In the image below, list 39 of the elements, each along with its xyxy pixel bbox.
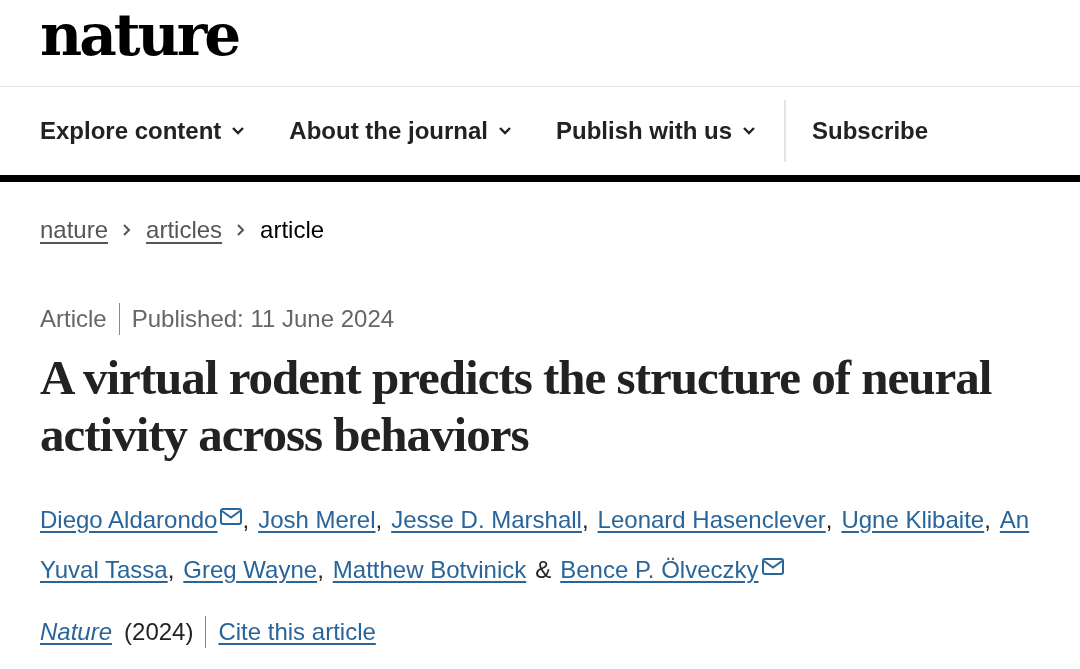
breadcrumb-link[interactable]: nature [40, 216, 109, 244]
cite-link[interactable]: Cite this article [218, 618, 376, 646]
breadcrumb-current: article [260, 216, 325, 244]
author-link[interactable]: Jesse D. Marshall [391, 506, 582, 534]
author-link[interactable]: An [999, 506, 1030, 534]
separator: & [535, 556, 552, 584]
article-title: A virtual rodent predicts the structure of neural activity across behaviors [39, 349, 993, 463]
article-type: Article [40, 305, 107, 333]
nav-link[interactable]: Subscribe [812, 117, 929, 145]
nav-menu-button[interactable]: Publish with us [556, 117, 757, 145]
journal-link[interactable]: Nature [40, 618, 113, 646]
separator: , [825, 506, 833, 534]
author-link[interactable]: Leonard Hasenclever [597, 506, 826, 534]
separator: , [984, 506, 991, 534]
publication-year: (2024) [124, 618, 194, 646]
chevron-down-icon [498, 126, 512, 136]
envelope-icon[interactable] [761, 557, 784, 575]
nav-menu-button[interactable]: About the journal [289, 117, 512, 145]
separator: , [375, 506, 383, 534]
author-link[interactable]: Yuval Tassa [40, 556, 168, 584]
author-link[interactable]: Ugne Klibaite [841, 506, 985, 534]
envelope-icon[interactable] [220, 507, 243, 525]
publish-date: Published: 11 June 2024 [131, 305, 395, 333]
separator: , [242, 506, 250, 534]
chevron-right-icon [236, 223, 247, 237]
chevron-right-icon [122, 223, 133, 237]
author-link[interactable]: Greg Wayne [183, 556, 318, 584]
chevron-down-icon [231, 126, 246, 136]
author-link[interactable]: Diego Aldarondo [40, 506, 243, 534]
author-link[interactable]: Josh Merel [258, 506, 376, 534]
author-link[interactable]: Bence P. Ölveczky [560, 556, 784, 584]
breadcrumb-link[interactable]: articles [146, 216, 223, 244]
separator: , [317, 556, 324, 584]
author-link[interactable]: Matthew Botvinick [332, 556, 527, 584]
chevron-down-icon [742, 126, 757, 136]
nature-logo[interactable]: nature [40, 6, 239, 64]
separator: , [581, 506, 589, 534]
nav-menu-button[interactable]: Explore content [40, 117, 246, 145]
separator: , [167, 556, 175, 584]
